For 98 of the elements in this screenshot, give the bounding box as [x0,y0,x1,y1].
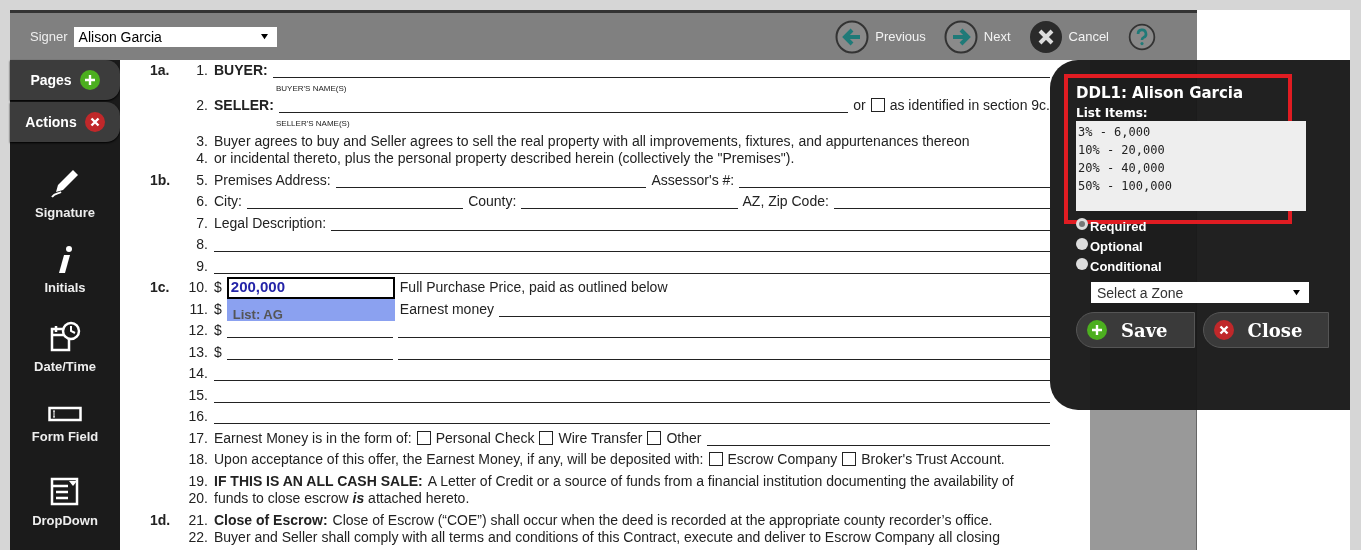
line-number: 5. [195,171,208,188]
line-number: 8. [195,236,208,252]
line-number: 22. [187,529,208,545]
line-number: 6. [195,193,208,209]
previous-button[interactable]: Previous [835,19,926,54]
line-number: 7. [195,214,208,231]
radio-option[interactable]: Conditional [1076,259,1350,274]
form-label: IF THIS IS AN ALL CASH SALE: [214,472,423,489]
section-label: 1a. [150,61,170,78]
line-number: 21. [187,511,208,528]
checkbox[interactable] [870,98,885,112]
form-label: Close of Escrow: [214,511,328,528]
tool-button[interactable]: Signature [10,158,120,228]
form-text: Earnest Money is in the form of: [214,429,412,446]
form-text: as identified in section 9c. [889,97,1050,113]
placed-text-field[interactable]: 200,000 [226,277,395,299]
line-number: 18. [187,451,208,467]
form-text: Upon acceptance of this offer, the Earnest Money, if any, will be deposited with: [214,451,704,467]
checkbox[interactable] [416,430,431,445]
help-button[interactable] [1127,21,1157,52]
form-text: or [853,97,866,113]
form-text: funds to close escrow is attached hereto. [214,490,470,506]
checkbox[interactable] [539,430,554,445]
radio-option[interactable]: Optional [1076,239,1350,254]
line-number: 3. [195,132,208,149]
line-number: 13. [187,343,208,360]
line-number: 16. [187,408,208,424]
form-text: or incidental thereto, plus the personal property described herein (collectively the "Premises"). [214,150,795,166]
line-number: 1. [195,61,208,78]
form-text: County: [468,193,517,209]
list-items-field[interactable]: 3% - 6,000 10% - 20,000 20% - 40,000 50% - 100,000 [1076,121,1306,211]
form-text: Broker's Trust Account. [861,451,1005,467]
field-caption: SELLER'S NAME(S) [276,119,350,128]
sidebar-tab[interactable]: Actions [10,102,120,142]
form-text: Buyer and Seller shall comply with all terms and conditions of this Contract, execute and deliver to Escrow Company all closing [214,529,1000,545]
form-text: City: [214,193,242,209]
tool-button[interactable]: DropDown [10,466,120,536]
section-label: 1b. [150,171,171,188]
form-text: Premises Address: [214,171,331,188]
form-label: BUYER: [214,61,268,78]
form-text: Personal Check [435,429,535,446]
close-icon [1028,19,1063,54]
line-number: 12. [187,322,208,338]
signer-dropdown[interactable]: Alison Garcia [73,26,277,47]
plus-icon [79,70,100,90]
form-text: Assessor's #: [651,171,735,188]
form-text: $ [214,343,222,360]
form-text: Earnest money [399,300,494,317]
zone-dropdown[interactable]: Select a Zone [1091,282,1309,303]
section-label: 1d. [150,511,171,528]
line-number: 11. [188,300,208,317]
tool-button[interactable]: Initials [10,235,120,305]
form-text: Buyer agrees to buy and Seller agrees to sell the real property with all improvements, fixtures, and appurtenances thereon [214,132,970,149]
form-text: AZ, Zip Code: [742,193,829,209]
caret-icon [259,33,269,40]
calendar-clock-icon [49,320,81,353]
close-button[interactable]: Close [1202,312,1330,348]
line-number: 9. [195,257,208,274]
save-button[interactable]: Save [1076,312,1195,348]
checkbox[interactable] [842,452,857,466]
close-icon [84,112,105,132]
form-text: $ [214,279,222,295]
form-text: Full Purchase Price, paid as outlined below [399,279,668,295]
form-text: Wire Transfer [558,429,643,446]
text-field-icon [48,404,82,423]
sidebar-tab[interactable]: Pages [10,60,120,100]
signer-label: Signer [30,29,68,44]
form-text: A Letter of Credit or a source of funds from a financial institution documenting the availability of [427,472,1014,489]
line-number: 19. [187,472,208,489]
tool-button[interactable]: Date/Time [10,312,120,382]
form-text: $ [214,300,222,317]
form-text: $ [214,322,222,338]
form-text: Escrow Company [727,451,838,467]
section-label: 1c. [150,279,170,295]
checkbox[interactable] [647,430,662,445]
next-button[interactable]: Next [943,19,1011,54]
form-label: SELLER: [214,97,274,113]
form-text: Legal Description: [214,214,327,231]
form-text: Close of Escrow (“COE”) shall occur when the deed is recorded at the appropriate county recorder’s office. [332,511,993,528]
line-number: 4. [195,150,208,166]
tool-button[interactable]: Form Field [10,389,120,459]
line-number: 14. [187,365,208,381]
italic-i-icon [57,245,73,274]
form-text: Other [666,429,702,446]
panel-title: DDL1: Alison Garcia [1076,84,1245,102]
help-icon [1127,21,1157,52]
checkbox[interactable] [708,452,723,466]
caret-icon [1292,289,1301,296]
field-caption: BUYER'S NAME(S) [276,83,347,93]
close-icon [1213,320,1234,340]
cancel-button[interactable]: Cancel [1028,19,1109,54]
line-number: 20. [187,490,208,506]
plus-icon [1087,320,1107,340]
list-items-label: List Items: [1076,106,1149,120]
line-number: 10. [187,279,208,295]
line-number: 2. [195,97,208,113]
line-number: 15. [187,386,208,403]
line-number: 17. [187,429,208,446]
